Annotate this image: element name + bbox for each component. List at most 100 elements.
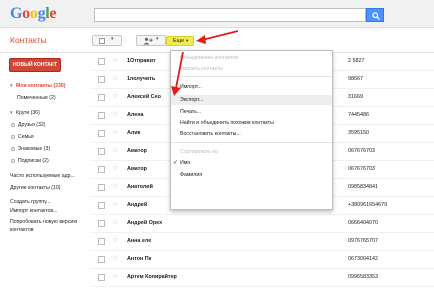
menu-divider xyxy=(171,142,332,143)
sidebar-item-friends[interactable]: Друзья (32) xyxy=(11,122,46,128)
star-icon[interactable]: ☆ xyxy=(112,182,118,190)
star-icon[interactable]: ☆ xyxy=(112,200,118,208)
row-checkbox[interactable] xyxy=(98,148,105,155)
contact-phone: 067676703 xyxy=(348,148,375,154)
contact-name: 1Отправит xyxy=(127,58,156,64)
search-input[interactable] xyxy=(94,8,366,22)
star-icon[interactable]: ☆ xyxy=(112,272,118,280)
sidebar-item-label: Часто используемые адр... xyxy=(10,173,75,179)
menu-item-find-duplicates[interactable]: Найти и объединить похожие контакты xyxy=(171,118,332,128)
row-checkbox[interactable] xyxy=(98,238,105,245)
sidebar-item-acquaintances[interactable]: Знакомые (3) xyxy=(11,146,50,152)
row-checkbox[interactable] xyxy=(98,130,105,137)
logo-letter: e xyxy=(49,5,57,22)
contact-name: 1получить xyxy=(127,76,156,82)
sidebar-item-label: Импорт контактов... xyxy=(10,208,58,214)
contact-phone: 98667 xyxy=(348,76,363,82)
table-row[interactable]: ☆ Анна еле 0976765707 xyxy=(90,233,434,251)
menu-item-merge-contacts: Объединение контактов xyxy=(180,55,239,61)
contact-name: Андрей xyxy=(127,202,148,208)
row-checkbox[interactable] xyxy=(98,184,105,191)
menu-item-restore-contacts[interactable]: Восстановить контакты... xyxy=(171,129,332,139)
row-checkbox[interactable] xyxy=(98,94,105,101)
star-icon[interactable]: ☆ xyxy=(112,236,118,244)
menu-item-label: Имя xyxy=(180,160,191,166)
more-button[interactable]: Еще ▾ xyxy=(166,36,194,46)
star-icon[interactable]: ☆ xyxy=(112,218,118,226)
star-icon[interactable]: ☆ xyxy=(112,110,118,118)
create-group-link[interactable]: Создать группу... xyxy=(10,199,50,205)
star-icon[interactable]: ☆ xyxy=(112,146,118,154)
menu-item-sort-first-name[interactable]: ✓ Имя xyxy=(171,158,332,168)
google-logo[interactable]: Google xyxy=(10,5,57,23)
contact-name: Андрей Орех xyxy=(127,220,163,226)
contact-name: Алена xyxy=(127,112,144,118)
contact-name: Алик xyxy=(127,130,141,136)
circle-icon xyxy=(11,146,15,151)
row-checkbox[interactable] xyxy=(98,274,105,281)
contact-phone: 067676703 xyxy=(348,166,375,172)
contact-name: Аматор xyxy=(127,148,147,154)
try-new-version-link-line2[interactable]: контактов xyxy=(10,227,34,233)
menu-item-import[interactable]: Импорт... xyxy=(171,82,332,92)
menu-divider xyxy=(171,76,332,77)
contact-phone: 0673004142 xyxy=(348,256,378,262)
menu-item-delete-contacts: Удалить контакты xyxy=(180,66,223,72)
star-icon[interactable]: ☆ xyxy=(112,92,118,100)
logo-letter: o xyxy=(29,5,38,22)
table-row[interactable]: ☆ Антон Пк 0673004142 xyxy=(90,251,434,269)
more-button-label: Еще xyxy=(173,38,185,44)
row-checkbox[interactable] xyxy=(98,112,105,119)
star-icon[interactable]: ☆ xyxy=(112,128,118,136)
search-button[interactable] xyxy=(366,8,384,22)
sidebar-item-label: Круги (36) xyxy=(16,110,40,116)
row-checkbox[interactable] xyxy=(98,58,105,65)
menu-item-sort-last-name[interactable]: Фамилия xyxy=(171,170,332,180)
sidebar-item-family[interactable]: Семья xyxy=(11,134,34,140)
contact-name: Артем Копирайтер xyxy=(127,274,177,280)
contact-phone: 0976765707 xyxy=(348,238,378,244)
sidebar-item-starred[interactable]: Помеченные (2) xyxy=(17,95,56,101)
sidebar-item-circles[interactable]: ▾ Круги (36) xyxy=(10,110,40,116)
row-checkbox[interactable] xyxy=(98,76,105,83)
contact-phone: 31669 xyxy=(348,94,363,100)
contact-phone: 7445486 xyxy=(348,112,369,118)
chevron-down-icon: ▾ xyxy=(111,36,114,42)
row-checkbox[interactable] xyxy=(98,166,105,173)
star-icon[interactable]: ☆ xyxy=(112,164,118,172)
contact-phone: 0666404070 xyxy=(348,220,378,226)
contact-name: Анна еле xyxy=(127,238,152,244)
row-checkbox[interactable] xyxy=(98,202,105,209)
row-checkbox[interactable] xyxy=(98,256,105,263)
sidebar-item-label: Попробовать новую версию xyxy=(10,219,78,225)
logo-letter: G xyxy=(10,5,23,22)
add-to-circles-button[interactable]: ▾ xyxy=(136,35,166,46)
circle-icon xyxy=(11,134,15,139)
sidebar-item-label: Друзья (32) xyxy=(18,122,46,128)
star-icon[interactable]: ☆ xyxy=(112,74,118,82)
chevron-down-icon: ▾ xyxy=(156,36,159,42)
sidebar-item-my-contacts[interactable]: ▾ Мои контакты (230) xyxy=(10,83,66,89)
menu-item-print[interactable]: Печать... xyxy=(171,107,332,117)
row-checkbox[interactable] xyxy=(98,220,105,227)
sidebar-item-other-contacts[interactable]: Другие контакты (10) xyxy=(10,185,60,191)
checkbox-icon xyxy=(99,38,105,44)
import-contacts-link[interactable]: Импорт контактов... xyxy=(10,208,57,214)
new-contact-button[interactable]: НОВЫЙ КОНТАКТ xyxy=(9,58,61,72)
try-new-version-link[interactable]: Попробовать новую версию xyxy=(10,219,77,225)
select-checkbox-button[interactable]: ▾ xyxy=(92,35,122,46)
sidebar-item-frequent[interactable]: Часто используемые адр... xyxy=(10,173,75,179)
sidebar-item-label: Создать группу... xyxy=(10,199,51,205)
star-icon[interactable]: ☆ xyxy=(112,254,118,262)
menu-item-export[interactable]: Экспорт... xyxy=(171,95,332,105)
contact-phone: 2 5827 xyxy=(348,58,365,64)
contact-name: Анатолий xyxy=(127,184,153,190)
table-row[interactable]: ☆ Артем Копирайтер 0996583353 xyxy=(90,269,434,287)
more-actions-menu: Объединение контактов Удалить контакты И… xyxy=(170,50,333,210)
sidebar-item-following[interactable]: Подписки (2) xyxy=(11,158,49,164)
search-icon xyxy=(372,12,380,20)
table-row[interactable]: ☆ Андрей Орех 0666404070 xyxy=(90,215,434,233)
contact-phone: +380961654679 xyxy=(348,202,388,208)
sidebar-item-label: контактов xyxy=(10,227,34,233)
star-icon[interactable]: ☆ xyxy=(112,56,118,64)
